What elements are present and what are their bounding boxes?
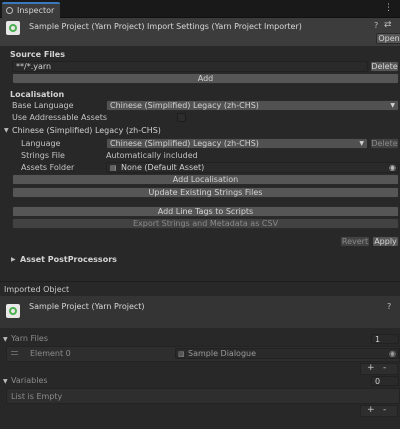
- list-footer: [360, 363, 398, 375]
- language-dropdown[interactable]: Chinese (Simplified) Legacy (zh-CHS) ▼: [106, 138, 368, 149]
- variables-list: [6, 388, 400, 404]
- imported-header: [0, 296, 400, 328]
- add-variable-button[interactable]: +: [367, 405, 375, 415]
- settings-sliders-icon[interactable]: ⇄: [384, 20, 392, 30]
- remove-element-button[interactable]: -: [383, 363, 386, 373]
- yarn-files-count[interactable]: 1: [371, 334, 399, 344]
- inspector-icon: [6, 7, 13, 14]
- yarn-files-label: Yarn Files: [11, 334, 49, 343]
- yarn-logo-icon: [6, 21, 20, 35]
- apply-button[interactable]: Apply: [372, 236, 399, 247]
- add-line-tags-button[interactable]: Add Line Tags to Scripts: [12, 206, 399, 217]
- language-label: Language: [21, 139, 61, 148]
- tab-inspector[interactable]: Inspector: [2, 2, 60, 18]
- add-source-button[interactable]: Add: [12, 73, 399, 84]
- remove-variable-button[interactable]: -: [383, 405, 386, 415]
- object-picker-icon[interactable]: ◉: [389, 349, 396, 358]
- list-footer: [360, 405, 398, 417]
- expand-triangle-icon[interactable]: ▼: [4, 127, 9, 134]
- variables-label: Variables: [11, 376, 48, 385]
- element-0-field[interactable]: ▧ Sample Dialogue ◉: [175, 348, 399, 359]
- variables-count[interactable]: 0: [371, 376, 399, 386]
- section-divider: [0, 281, 400, 282]
- addressable-label: Use Addressable Assets: [12, 113, 108, 122]
- help-icon[interactable]: ?: [374, 21, 378, 30]
- localisation-heading: Localisation: [10, 90, 65, 99]
- assets-folder-field[interactable]: ▤ None (Default Asset) ◉: [106, 162, 399, 173]
- add-localisation-button[interactable]: Add Localisation: [12, 174, 399, 185]
- chevron-down-icon: ▼: [390, 102, 395, 109]
- expand-triangle-icon[interactable]: ▼: [3, 378, 8, 385]
- drag-handle-icon[interactable]: [11, 351, 18, 355]
- assets-folder-label: Assets Folder: [21, 163, 75, 172]
- export-csv-button[interactable]: Export Strings and Metadata as CSV: [12, 218, 399, 229]
- tab-bar: Inspector ⋮: [0, 0, 400, 18]
- header-title: Sample Project (Yarn Project) Import Set…: [29, 22, 302, 31]
- source-file-field[interactable]: **/*.yarn: [12, 61, 368, 72]
- chevron-down-icon: ▼: [359, 140, 364, 147]
- delete-source-button[interactable]: Delete: [370, 61, 399, 72]
- yarn-script-icon: ▧: [178, 350, 185, 358]
- delete-language-button[interactable]: Delete: [370, 138, 399, 149]
- document-icon: ▤: [110, 164, 117, 172]
- imported-title: Sample Project (Yarn Project): [29, 302, 145, 311]
- imported-object-label: Imported Object: [4, 285, 70, 294]
- assets-folder-value: None (Default Asset): [121, 163, 205, 172]
- element-0-value: Sample Dialogue: [188, 349, 257, 358]
- revert-button[interactable]: Revert: [340, 236, 370, 247]
- base-language-label: Base Language: [12, 101, 74, 110]
- tab-inspector-label: Inspector: [17, 6, 55, 15]
- update-strings-button[interactable]: Update Existing Strings Files: [12, 187, 399, 198]
- strings-file-label: Strings File: [21, 151, 65, 160]
- collapsed-triangle-icon[interactable]: ▶: [11, 256, 16, 263]
- add-element-button[interactable]: +: [367, 363, 375, 373]
- help-icon[interactable]: ?: [387, 302, 391, 311]
- yarn-logo-icon: [6, 304, 20, 318]
- asset-postprocessors-foldout[interactable]: Asset PostProcessors: [20, 255, 117, 265]
- source-files-heading: Source Files: [10, 50, 65, 59]
- addressable-checkbox[interactable]: [177, 113, 186, 122]
- locale-entry-heading: Chinese (Simplified) Legacy (zh-CHS): [12, 126, 161, 135]
- strings-file-value: Automatically included: [106, 151, 198, 160]
- open-button[interactable]: Open: [376, 33, 400, 44]
- base-language-value: Chinese (Simplified) Legacy (zh-CHS): [110, 101, 259, 110]
- kebab-menu-icon[interactable]: ⋮: [384, 3, 396, 13]
- object-picker-icon[interactable]: ◉: [389, 163, 396, 172]
- element-0-label: Element 0: [30, 349, 71, 358]
- expand-triangle-icon[interactable]: ▼: [3, 336, 8, 343]
- language-value: Chinese (Simplified) Legacy (zh-CHS): [110, 139, 259, 148]
- empty-list-label: List is Empty: [11, 392, 63, 401]
- base-language-dropdown[interactable]: Chinese (Simplified) Legacy (zh-CHS) ▼: [106, 100, 399, 111]
